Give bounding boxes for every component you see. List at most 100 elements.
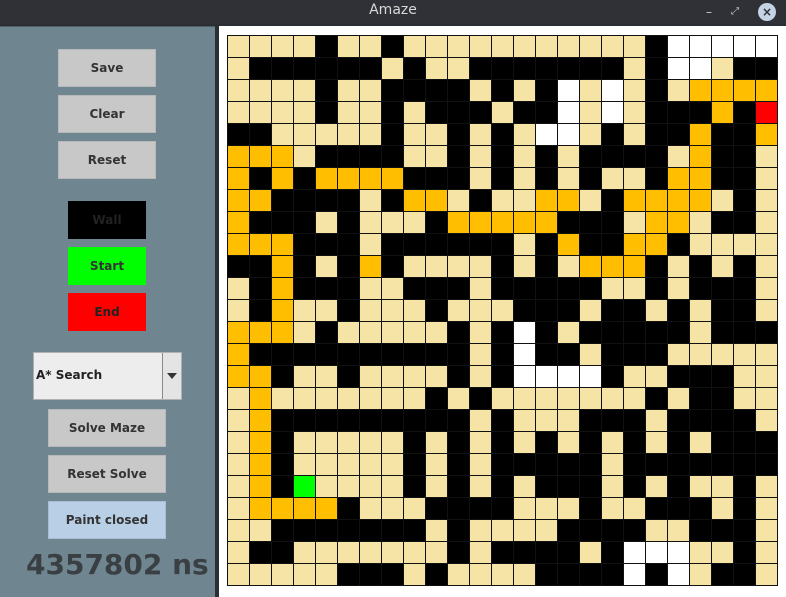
- maze-cell-wall[interactable]: [734, 322, 756, 344]
- maze-cell-empty[interactable]: [470, 168, 492, 190]
- maze-cell-empty[interactable]: [338, 80, 360, 102]
- maze-cell-path[interactable]: [668, 168, 690, 190]
- maze-cell-empty[interactable]: [514, 432, 536, 454]
- maze-cell-wall[interactable]: [294, 344, 316, 366]
- maze-cell-unvisited[interactable]: [668, 542, 690, 564]
- maze-cell-wall[interactable]: [448, 410, 470, 432]
- maze-cell-wall[interactable]: [316, 36, 338, 58]
- maze-cell-wall[interactable]: [712, 410, 734, 432]
- maze-cell-empty[interactable]: [426, 146, 448, 168]
- maze-cell-wall[interactable]: [690, 454, 712, 476]
- maze-cell-empty[interactable]: [294, 454, 316, 476]
- maze-cell-wall[interactable]: [294, 190, 316, 212]
- maze-cell-empty[interactable]: [448, 300, 470, 322]
- maze-cell-wall[interactable]: [712, 212, 734, 234]
- maze-cell-wall[interactable]: [690, 388, 712, 410]
- maze-cell-empty[interactable]: [426, 542, 448, 564]
- maze-cell-wall[interactable]: [734, 124, 756, 146]
- maze-cell-empty[interactable]: [580, 388, 602, 410]
- maze-cell-wall[interactable]: [316, 146, 338, 168]
- maze-cell-empty[interactable]: [690, 542, 712, 564]
- maze-cell-wall[interactable]: [536, 454, 558, 476]
- maze-cell-empty[interactable]: [338, 454, 360, 476]
- maze-cell-wall[interactable]: [602, 58, 624, 80]
- maze-cell-empty[interactable]: [690, 344, 712, 366]
- maze-cell-wall[interactable]: [734, 498, 756, 520]
- maze-cell-wall[interactable]: [514, 102, 536, 124]
- maze-cell-wall[interactable]: [338, 300, 360, 322]
- maze-cell-wall[interactable]: [294, 234, 316, 256]
- maze-cell-empty[interactable]: [250, 520, 272, 542]
- maze-cell-wall[interactable]: [272, 410, 294, 432]
- maze-cell-empty[interactable]: [646, 410, 668, 432]
- start-tool-button[interactable]: Start: [68, 247, 146, 285]
- maze-cell-empty[interactable]: [712, 190, 734, 212]
- maze-cell-wall[interactable]: [470, 498, 492, 520]
- maze-cell-wall[interactable]: [646, 168, 668, 190]
- maze-cell-wall[interactable]: [734, 432, 756, 454]
- maze-cell-empty[interactable]: [470, 410, 492, 432]
- maze-cell-wall[interactable]: [646, 278, 668, 300]
- maze-cell-wall[interactable]: [734, 102, 756, 124]
- maze-cell-wall[interactable]: [602, 410, 624, 432]
- maze-cell-empty[interactable]: [558, 410, 580, 432]
- maze-cell-empty[interactable]: [492, 564, 514, 586]
- maze-cell-empty[interactable]: [360, 234, 382, 256]
- maze-cell-wall[interactable]: [580, 168, 602, 190]
- maze-cell-start[interactable]: [294, 476, 316, 498]
- maze-cell-empty[interactable]: [756, 366, 778, 388]
- maze-cell-wall[interactable]: [338, 234, 360, 256]
- maze-cell-path[interactable]: [272, 322, 294, 344]
- maze-cell-wall[interactable]: [294, 410, 316, 432]
- maze-cell-unvisited[interactable]: [580, 366, 602, 388]
- maze-cell-empty[interactable]: [294, 542, 316, 564]
- maze-cell-empty[interactable]: [624, 36, 646, 58]
- maze-cell-empty[interactable]: [316, 366, 338, 388]
- maze-cell-wall[interactable]: [734, 410, 756, 432]
- maze-cell-path[interactable]: [272, 278, 294, 300]
- maze-cell-empty[interactable]: [514, 168, 536, 190]
- maze-cell-wall[interactable]: [668, 498, 690, 520]
- maze-cell-path[interactable]: [624, 256, 646, 278]
- maze-cell-empty[interactable]: [646, 366, 668, 388]
- maze-cell-wall[interactable]: [272, 190, 294, 212]
- algorithm-select[interactable]: A* Search: [33, 352, 182, 400]
- maze-cell-wall[interactable]: [492, 542, 514, 564]
- maze-cell-wall[interactable]: [448, 102, 470, 124]
- maze-cell-empty[interactable]: [514, 234, 536, 256]
- maze-cell-empty[interactable]: [360, 278, 382, 300]
- maze-cell-empty[interactable]: [228, 102, 250, 124]
- maze-cell-wall[interactable]: [602, 146, 624, 168]
- maze-cell-empty[interactable]: [668, 80, 690, 102]
- maze-cell-wall[interactable]: [646, 388, 668, 410]
- maze-cell-wall[interactable]: [382, 146, 404, 168]
- maze-cell-wall[interactable]: [492, 322, 514, 344]
- maze-cell-wall[interactable]: [250, 124, 272, 146]
- maze-cell-empty[interactable]: [756, 388, 778, 410]
- maze-cell-empty[interactable]: [272, 80, 294, 102]
- maze-cell-empty[interactable]: [734, 234, 756, 256]
- maze-cell-wall[interactable]: [668, 300, 690, 322]
- maze-cell-empty[interactable]: [690, 300, 712, 322]
- maze-cell-wall[interactable]: [382, 234, 404, 256]
- maze-cell-empty[interactable]: [294, 124, 316, 146]
- maze-cell-wall[interactable]: [712, 432, 734, 454]
- maze-cell-empty[interactable]: [294, 300, 316, 322]
- maze-cell-wall[interactable]: [712, 322, 734, 344]
- maze-cell-wall[interactable]: [360, 564, 382, 586]
- maze-cell-wall[interactable]: [250, 300, 272, 322]
- maze-cell-empty[interactable]: [360, 300, 382, 322]
- maze-cell-empty[interactable]: [602, 454, 624, 476]
- wall-tool-button[interactable]: Wall: [68, 201, 146, 239]
- maze-cell-wall[interactable]: [536, 542, 558, 564]
- maze-cell-empty[interactable]: [690, 212, 712, 234]
- maze-cell-wall[interactable]: [404, 58, 426, 80]
- maze-cell-wall[interactable]: [580, 432, 602, 454]
- maze-cell-empty[interactable]: [382, 388, 404, 410]
- maze-cell-path[interactable]: [228, 212, 250, 234]
- maze-cell-empty[interactable]: [316, 212, 338, 234]
- maze-cell-end[interactable]: [756, 102, 778, 124]
- maze-cell-empty[interactable]: [316, 564, 338, 586]
- maze-cell-wall[interactable]: [338, 564, 360, 586]
- maze-cell-empty[interactable]: [316, 124, 338, 146]
